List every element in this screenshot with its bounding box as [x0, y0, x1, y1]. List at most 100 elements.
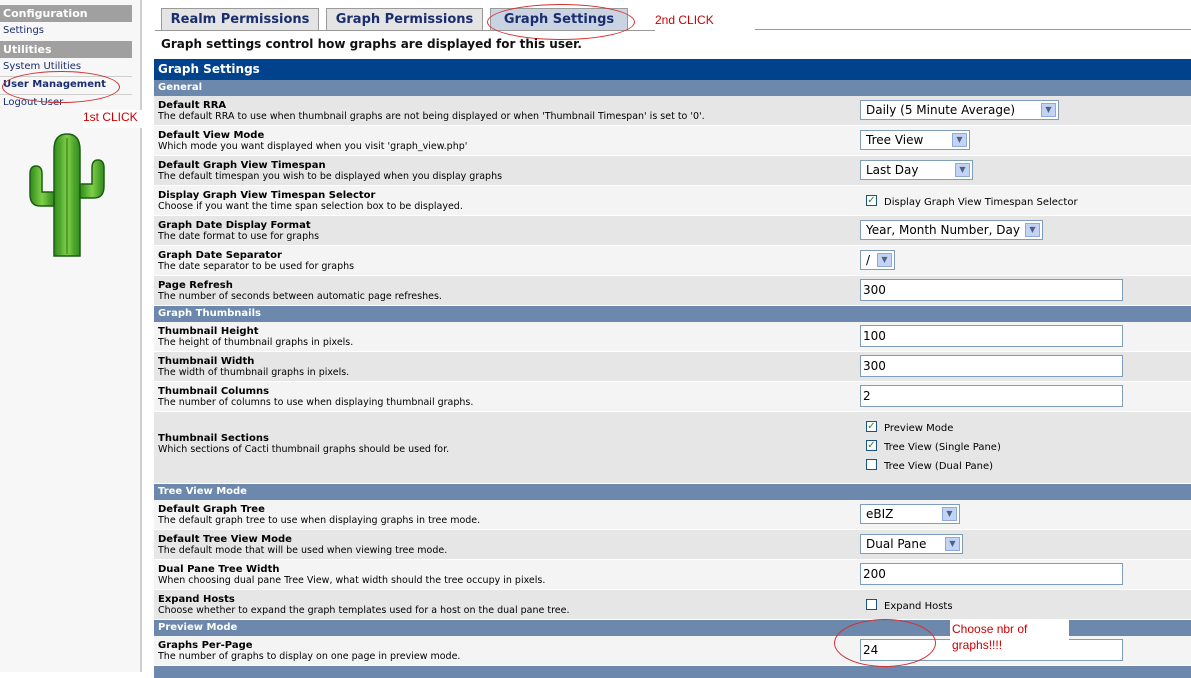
setting-title: Default Tree View Mode: [158, 534, 292, 545]
setting-description: Which mode you want displayed when you v…: [158, 141, 468, 152]
setting-title: Thumbnail Width: [158, 356, 255, 367]
thumbnail-width-input[interactable]: 300: [860, 355, 1123, 377]
graph-settings-panel: Graph Settings General Default RRA The d…: [154, 59, 1191, 678]
page-description: Graph settings control how graphs are di…: [161, 37, 582, 51]
setting-title: Default Graph Tree: [158, 504, 265, 515]
setting-row-thumbnail-height: Thumbnail Height The height of thumbnail…: [154, 322, 1191, 352]
setting-row-tree-view-mode: Default Tree View Mode The default mode …: [154, 530, 1191, 560]
select-value: eBIZ: [866, 507, 894, 521]
checkbox-label: Display Graph View Timespan Selector: [884, 196, 1078, 208]
tab-realm-permissions[interactable]: Realm Permissions: [161, 8, 319, 31]
setting-title: Default Graph View Timespan: [158, 160, 326, 171]
setting-row-thumbnail-width: Thumbnail Width The width of thumbnail g…: [154, 352, 1191, 382]
chevron-down-icon: ▼: [955, 163, 970, 177]
setting-row-date-format: Graph Date Display Format The date forma…: [154, 216, 1191, 246]
setting-title: Graph Date Separator: [158, 250, 282, 261]
sidebar-divider: [0, 94, 132, 95]
date-format-select[interactable]: Year, Month Number, Day ▼: [860, 220, 1043, 240]
setting-description: The date separator to be used for graphs: [158, 261, 355, 272]
annotation-choose-graphs-note: Choose nbr of graphs!!!!: [950, 619, 1069, 655]
setting-description: When choosing dual pane Tree View, what …: [158, 575, 546, 586]
setting-row-default-tree: Default Graph Tree The default graph tre…: [154, 500, 1191, 530]
thumbnail-section-preview: ✓ Preview Mode: [866, 419, 953, 437]
timespan-selector-checkbox[interactable]: ✓: [866, 194, 877, 206]
default-tree-select[interactable]: eBIZ ▼: [860, 504, 960, 524]
setting-row-expand-hosts: Expand Hosts Choose whether to expand th…: [154, 590, 1191, 620]
thumbnail-height-input[interactable]: 100: [860, 325, 1123, 347]
setting-description: The date format to use for graphs: [158, 231, 320, 242]
sidebar: Configuration Settings Utilities System …: [0, 0, 142, 672]
setting-description: The default graph tree to use when displ…: [158, 515, 481, 526]
sidebar-item-user-management[interactable]: User Management: [3, 78, 106, 92]
chevron-down-icon: ▼: [942, 507, 957, 521]
checkbox-label: Tree View (Single Pane): [884, 441, 1001, 453]
default-view-mode-select[interactable]: Tree View ▼: [860, 130, 970, 150]
setting-row-timespan-selector: Display Graph View Timespan Selector Cho…: [154, 186, 1191, 216]
setting-description: The height of thumbnail graphs in pixels…: [158, 337, 354, 348]
panel-title: Graph Settings: [154, 59, 1191, 80]
annotation-second-click: 2nd CLICK: [655, 13, 714, 27]
setting-title: Graphs Per-Page: [158, 640, 253, 651]
setting-description: The default RRA to use when thumbnail gr…: [158, 111, 705, 122]
select-value: Year, Month Number, Day: [866, 223, 1020, 237]
thumbnail-section-single-pane: ✓ Tree View (Single Pane): [866, 438, 1001, 456]
setting-row-date-separator: Graph Date Separator The date separator …: [154, 246, 1191, 276]
expand-hosts-option: Expand Hosts: [866, 597, 953, 615]
expand-hosts-checkbox[interactable]: [866, 598, 877, 610]
setting-title: Default View Mode: [158, 130, 265, 141]
select-value: /: [866, 253, 871, 267]
sidebar-header-configuration: Configuration: [0, 5, 132, 22]
tab-baseline: [155, 30, 655, 31]
annotation-first-click: 1st CLICK: [83, 110, 143, 128]
setting-row-thumbnail-sections: Thumbnail Sections Which sections of Cac…: [154, 412, 1191, 484]
tab-baseline: [755, 29, 1191, 30]
sidebar-header-utilities: Utilities: [0, 41, 132, 58]
dual-pane-width-input[interactable]: 200: [860, 563, 1123, 585]
setting-title: Display Graph View Timespan Selector: [158, 190, 376, 201]
cacti-logo: [29, 133, 105, 257]
checkbox-label: Tree View (Dual Pane): [884, 460, 994, 472]
chevron-down-icon: ▼: [877, 253, 892, 267]
checkbox-label: Preview Mode: [884, 422, 954, 434]
sidebar-item-system-utilities[interactable]: System Utilities: [3, 60, 81, 74]
single-pane-checkbox[interactable]: ✓: [866, 439, 877, 451]
setting-description: Choose whether to expand the graph templ…: [158, 605, 570, 616]
setting-description: Choose if you want the time span selecti…: [158, 201, 463, 212]
thumbnail-columns-input[interactable]: 2: [860, 385, 1123, 407]
sidebar-divider: [0, 76, 132, 77]
chevron-down-icon: ▼: [952, 133, 967, 147]
setting-description: The default timespan you wish to be disp…: [158, 171, 503, 182]
tree-view-mode-select[interactable]: Dual Pane ▼: [860, 534, 963, 554]
default-rra-select[interactable]: Daily (5 Minute Average) ▼: [860, 100, 1059, 120]
section-tree-view-mode: Tree View Mode: [154, 484, 1191, 500]
setting-description: The number of columns to use when displa…: [158, 397, 474, 408]
setting-row-page-refresh: Page Refresh The number of seconds betwe…: [154, 276, 1191, 306]
setting-description: The width of thumbnail graphs in pixels.: [158, 367, 350, 378]
default-timespan-select[interactable]: Last Day ▼: [860, 160, 973, 180]
tab-graph-settings[interactable]: Graph Settings: [490, 8, 628, 31]
setting-title: Thumbnail Sections: [158, 433, 269, 444]
preview-mode-checkbox[interactable]: ✓: [866, 420, 877, 432]
setting-row-default-timespan: Default Graph View Timespan The default …: [154, 156, 1191, 186]
thumbnail-section-dual-pane: Tree View (Dual Pane): [866, 457, 993, 475]
setting-description: Which sections of Cacti thumbnail graphs…: [158, 444, 450, 455]
section-general: General: [154, 80, 1191, 96]
setting-description: The number of graphs to display on one p…: [158, 651, 461, 662]
select-value: Tree View: [866, 133, 924, 147]
dual-pane-checkbox[interactable]: [866, 458, 877, 470]
date-separator-select[interactable]: / ▼: [860, 250, 895, 270]
setting-row-default-view-mode: Default View Mode Which mode you want di…: [154, 126, 1191, 156]
setting-title: Thumbnail Columns: [158, 386, 270, 397]
checkbox-label: Expand Hosts: [884, 600, 953, 612]
setting-title: Expand Hosts: [158, 594, 235, 605]
page-refresh-input[interactable]: 300: [860, 279, 1123, 301]
select-value: Last Day: [866, 163, 919, 177]
tab-graph-permissions[interactable]: Graph Permissions: [326, 8, 483, 31]
chevron-down-icon: ▼: [945, 537, 960, 551]
sidebar-item-settings[interactable]: Settings: [3, 24, 44, 38]
setting-row-dual-pane-width: Dual Pane Tree Width When choosing dual …: [154, 560, 1191, 590]
select-value: Daily (5 Minute Average): [866, 103, 1016, 117]
setting-title: Dual Pane Tree Width: [158, 564, 280, 575]
sidebar-item-logout-user[interactable]: Logout User: [3, 96, 63, 110]
section-graph-thumbnails: Graph Thumbnails: [154, 306, 1191, 322]
